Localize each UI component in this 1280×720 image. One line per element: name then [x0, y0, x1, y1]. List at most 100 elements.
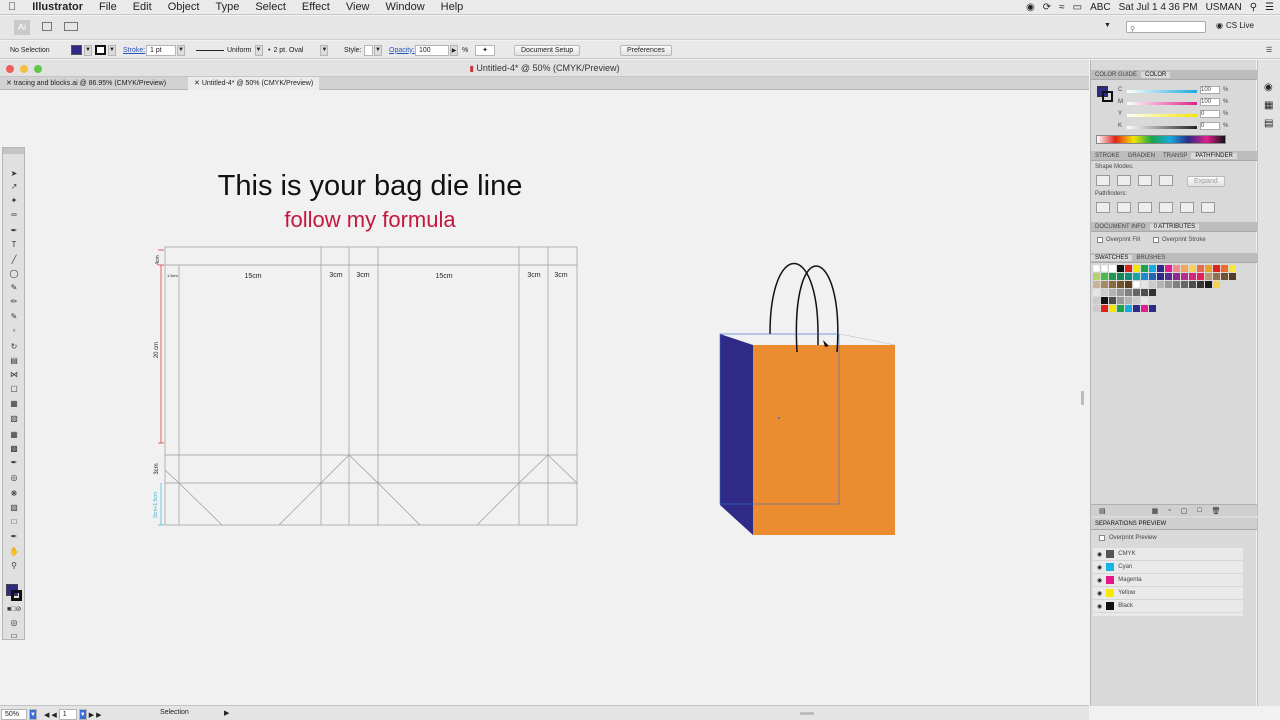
free-transform-tool-icon[interactable]: ▢ [7, 383, 21, 394]
document-setup-button[interactable]: Document Setup [514, 44, 581, 56]
column-graph-tool-icon[interactable]: ▧ [7, 502, 21, 513]
overprint-fill-option[interactable]: Overprint Fill [1097, 237, 1140, 243]
appearance-panel-icon[interactable]: ◉ [1264, 82, 1273, 93]
bag-side-panel[interactable] [720, 334, 753, 535]
magenta-slider[interactable] [1127, 102, 1197, 105]
intersect-icon[interactable] [1138, 175, 1152, 186]
trim-icon[interactable] [1117, 202, 1131, 213]
menu-effect[interactable]: Effect [294, 1, 338, 13]
artboard-number-field[interactable]: 1 [58, 709, 77, 720]
preferences-button[interactable]: Preferences [620, 44, 672, 56]
control-bar-menu-icon[interactable]: ☰ [1266, 44, 1272, 56]
menu-type[interactable]: Type [207, 1, 247, 13]
pen-tool-icon[interactable]: ✒ [7, 225, 21, 236]
graphic-style-control[interactable]: ▼ [364, 44, 382, 56]
artboard-dropdown-icon[interactable]: ▼ [78, 709, 87, 720]
stroke-dropdown-icon[interactable]: ▼ [108, 44, 116, 56]
opacity-field[interactable]: 100 [415, 44, 449, 56]
tab-untitled-4[interactable]: ✕ Untitled-4* @ 50% (CMYK/Preview) [188, 77, 320, 90]
paintbrush-tool-icon[interactable]: ✎ [7, 282, 21, 293]
menubar-clock[interactable]: Sat Jul 1 4 36 PM [1119, 2, 1198, 13]
minimize-window-icon[interactable] [20, 65, 28, 73]
tab-attributes[interactable]: 0 ATTRIBUTES [1149, 224, 1200, 230]
menu-edit[interactable]: Edit [125, 1, 160, 13]
tools-panel-header[interactable] [3, 148, 24, 154]
tab-close-icon[interactable]: ✕ [6, 80, 12, 87]
symbol-sprayer-tool-icon[interactable]: ❋ [7, 488, 21, 499]
tab-swatches[interactable]: SWATCHES [1091, 255, 1133, 261]
graphic-styles-panel-icon[interactable]: ▦ [1264, 100, 1273, 111]
arrange-documents-icon[interactable] [64, 22, 78, 31]
cyan-slider[interactable] [1127, 90, 1197, 93]
heading-text[interactable]: This is your bag die line [218, 170, 523, 202]
bridge-icon[interactable] [42, 22, 52, 31]
exclude-icon[interactable] [1159, 175, 1173, 186]
stroke-color-box[interactable] [11, 590, 22, 601]
gradient-tool-icon[interactable]: ▩ [7, 443, 21, 454]
overprint-stroke-option[interactable]: Overprint Stroke [1153, 237, 1206, 243]
tab-pathfinder[interactable]: PATHFINDER [1191, 153, 1237, 159]
rotate-tool-icon[interactable]: ↻ [7, 341, 21, 352]
menu-object[interactable]: Object [160, 1, 208, 13]
minus-back-icon[interactable] [1201, 202, 1215, 213]
width-tool-icon[interactable]: ⋈ [7, 369, 21, 380]
fill-control[interactable]: ▼ [71, 44, 92, 56]
eyedropper-tool-icon[interactable]: ✒ [7, 457, 21, 468]
color-mode-icons[interactable]: ■□⊘ [7, 604, 21, 615]
status-menu-icon[interactable]: ▶ [224, 709, 229, 717]
bag-front-panel[interactable] [753, 345, 895, 535]
stroke-label[interactable]: Stroke: [123, 44, 145, 56]
ellipse-tool-icon[interactable]: ◯ [7, 268, 21, 279]
eye-icon[interactable]: ◉ [1097, 590, 1102, 597]
magic-wand-tool-icon[interactable]: ✦ [7, 195, 21, 206]
zoom-tool-icon[interactable]: ⚲ [7, 560, 21, 571]
display-icon[interactable]: ▭ [1073, 2, 1082, 13]
lasso-tool-icon[interactable]: ∞ [7, 209, 21, 220]
mesh-tool-icon[interactable]: ▦ [7, 429, 21, 440]
slice-tool-icon[interactable]: ✒ [7, 531, 21, 542]
eye-icon[interactable]: ◉ [1097, 603, 1102, 610]
show-swatch-kinds-icon[interactable]: ▦ [1152, 507, 1159, 515]
search-input[interactable]: ⚲ [1126, 21, 1206, 33]
tab-tracing-and-blocks[interactable]: ✕ tracing and blocks.ai @ 86.95% (CMYK/P… [0, 77, 172, 90]
menu-list-icon[interactable]: ☰ [1265, 2, 1274, 13]
tab-brushes[interactable]: BRUSHES [1132, 255, 1169, 261]
eye-icon[interactable]: ◉ [1097, 551, 1102, 558]
eraser-tool-icon[interactable]: ▫ [7, 325, 21, 336]
color-spectrum-bar[interactable] [1096, 135, 1226, 144]
zoom-window-icon[interactable] [34, 65, 42, 73]
style-dropdown-icon[interactable]: ▼ [374, 44, 382, 56]
screen-mode-icon[interactable]: ▭ [7, 630, 21, 641]
menu-help[interactable]: Help [433, 1, 472, 13]
opacity-label[interactable]: Opacity: [389, 44, 415, 56]
tab-color-guide[interactable]: COLOR GUIDE [1091, 72, 1141, 78]
blob-brush-tool-icon[interactable]: ✎ [7, 311, 21, 322]
divide-icon[interactable] [1096, 202, 1110, 213]
opacity-dropdown-icon[interactable]: ▶ [450, 44, 458, 56]
tab-document-info[interactable]: DOCUMENT INFO [1091, 224, 1150, 230]
zoom-field[interactable]: 50% [1, 709, 27, 720]
shape-builder-tool-icon[interactable]: ▦ [7, 398, 21, 409]
black-value-field[interactable]: 0 [1200, 122, 1220, 130]
merge-icon[interactable] [1138, 202, 1152, 213]
delete-swatch-icon[interactable]: 🗑 [1212, 507, 1221, 515]
type-tool-icon[interactable]: T [7, 239, 21, 250]
overprint-preview-option[interactable]: Overprint Preview [1099, 535, 1157, 541]
recolor-artwork-icon[interactable]: ✦ [475, 44, 495, 56]
cyan-value-field[interactable]: 100 [1200, 86, 1220, 94]
tab-close-icon[interactable]: ✕ [194, 80, 200, 87]
next-artboard-icon[interactable]: ▶ [89, 711, 94, 719]
first-artboard-icon[interactable]: ◀ [44, 711, 49, 719]
separation-row-black[interactable]: ◉ Black [1093, 600, 1243, 613]
line-tool-icon[interactable]: ╱ [7, 254, 21, 265]
record-icon[interactable]: ◉ [1026, 2, 1035, 13]
minus-front-icon[interactable] [1117, 175, 1131, 186]
fill-dropdown-icon[interactable]: ▼ [84, 44, 92, 56]
die-line[interactable] [164, 246, 578, 526]
wifi-icon[interactable]: ≈ [1059, 2, 1065, 13]
sync-icon[interactable]: ⟳ [1043, 2, 1051, 13]
tab-stroke[interactable]: STROKE [1091, 153, 1124, 159]
unite-icon[interactable] [1096, 175, 1110, 186]
separation-row-magenta[interactable]: ◉ Magenta [1093, 574, 1243, 587]
new-color-group-icon[interactable]: ▢ [1181, 507, 1188, 515]
